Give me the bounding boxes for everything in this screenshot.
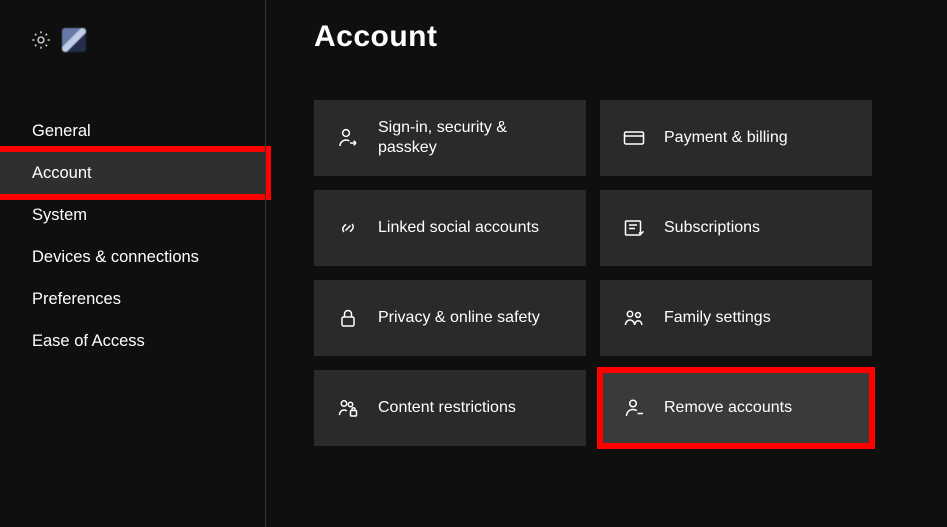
sidebar-item-label: Ease of Access bbox=[32, 332, 145, 351]
sidebar-item-label: System bbox=[32, 206, 87, 225]
card-label: Subscriptions bbox=[664, 218, 760, 238]
sidebar: General Account System Devices & connect… bbox=[0, 0, 265, 527]
person-minus-icon bbox=[622, 396, 646, 420]
sidebar-item-preferences[interactable]: Preferences bbox=[0, 278, 265, 320]
card-label: Privacy & online safety bbox=[378, 308, 540, 328]
sidebar-item-system[interactable]: System bbox=[0, 194, 265, 236]
sidebar-item-label: Preferences bbox=[32, 290, 121, 309]
card-label: Sign-in, security & passkey bbox=[378, 118, 548, 158]
sidebar-nav: General Account System Devices & connect… bbox=[0, 110, 265, 362]
card-family-settings[interactable]: Family settings bbox=[600, 280, 872, 356]
user-avatar[interactable] bbox=[62, 28, 86, 52]
person-arrow-icon bbox=[336, 126, 360, 150]
link-icon bbox=[336, 216, 360, 240]
card-label: Family settings bbox=[664, 308, 771, 328]
card-subscriptions[interactable]: Subscriptions bbox=[600, 190, 872, 266]
subscription-icon bbox=[622, 216, 646, 240]
sidebar-item-label: Account bbox=[32, 164, 92, 183]
page-title: Account bbox=[314, 20, 923, 54]
sidebar-item-ease-of-access[interactable]: Ease of Access bbox=[0, 320, 265, 362]
card-signin-security[interactable]: Sign-in, security & passkey bbox=[314, 100, 586, 176]
main-panel: Account Sign-in, security & passkey Paym… bbox=[266, 0, 947, 527]
sidebar-item-devices[interactable]: Devices & connections bbox=[0, 236, 265, 278]
card-privacy-safety[interactable]: Privacy & online safety bbox=[314, 280, 586, 356]
sidebar-item-general[interactable]: General bbox=[0, 110, 265, 152]
sidebar-item-account[interactable]: Account bbox=[0, 152, 265, 194]
card-label: Remove accounts bbox=[664, 398, 792, 418]
card-linked-social[interactable]: Linked social accounts bbox=[314, 190, 586, 266]
family-icon bbox=[622, 306, 646, 330]
settings-gear-icon[interactable] bbox=[30, 29, 52, 51]
card-payment-billing[interactable]: Payment & billing bbox=[600, 100, 872, 176]
settings-cards-grid: Sign-in, security & passkey Payment & bi… bbox=[314, 100, 923, 446]
card-remove-accounts[interactable]: Remove accounts bbox=[600, 370, 872, 446]
lock-icon bbox=[336, 306, 360, 330]
card-label: Content restrictions bbox=[378, 398, 516, 418]
card-label: Linked social accounts bbox=[378, 218, 539, 238]
credit-card-icon bbox=[622, 126, 646, 150]
sidebar-header bbox=[0, 18, 265, 62]
sidebar-item-label: Devices & connections bbox=[32, 248, 199, 267]
person-lock-icon bbox=[336, 396, 360, 420]
sidebar-item-label: General bbox=[32, 122, 91, 141]
card-label: Payment & billing bbox=[664, 128, 788, 148]
app-root: General Account System Devices & connect… bbox=[0, 0, 947, 527]
card-content-restrictions[interactable]: Content restrictions bbox=[314, 370, 586, 446]
